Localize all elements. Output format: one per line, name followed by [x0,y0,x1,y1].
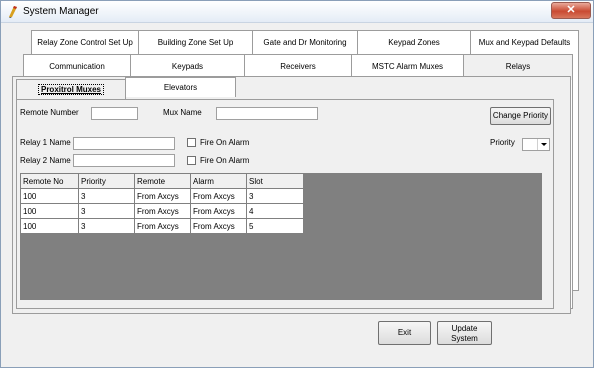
relay2-fire-on-alarm-checkbox[interactable] [187,156,196,165]
relay2-fire-on-alarm-label: Fire On Alarm [200,156,250,165]
close-icon: ✕ [566,4,576,16]
close-button[interactable]: ✕ [551,2,591,19]
table-cell: 100 [20,188,79,204]
tab-building-zone[interactable]: Building Zone Set Up [138,30,253,54]
app-icon [9,6,17,18]
table-cell: From Axcys [190,218,247,234]
remote-number-field[interactable] [91,107,138,120]
priority-dropdown[interactable] [522,138,550,151]
update-system-button[interactable]: Update System [437,321,492,345]
table-cell: From Axcys [190,188,247,204]
column-header-priority[interactable]: Priority [78,173,135,189]
relay1-name-field[interactable] [73,137,175,150]
dropdown-arrow[interactable] [537,139,549,150]
table-row[interactable]: 100 3 From Axcys From Axcys 3 [20,188,304,204]
table-cell: From Axcys [134,218,191,234]
tab-receivers[interactable]: Receivers [244,54,352,78]
chevron-down-icon [541,143,547,146]
column-header-slot[interactable]: Slot [246,173,304,189]
mux-name-field[interactable] [216,107,318,120]
tab-gate-dr-monitoring[interactable]: Gate and Dr Monitoring [252,30,358,54]
relays-table: Remote No Priority Remote Alarm Slot 100… [20,173,304,234]
exit-button[interactable]: Exit [378,321,431,345]
change-priority-button[interactable]: Change Priority [490,107,551,125]
relays-data-grid[interactable]: Remote No Priority Remote Alarm Slot 100… [20,173,542,300]
table-header-row: Remote No Priority Remote Alarm Slot [20,173,304,189]
title-bar[interactable]: System Manager ✕ [1,1,593,23]
column-header-remote-no[interactable]: Remote No [20,173,79,189]
priority-label: Priority [490,138,515,147]
tab-communication[interactable]: Communication [23,54,131,78]
remote-number-label: Remote Number [20,108,79,117]
table-cell: 3 [78,188,135,204]
tab-mstc-alarm-muxes[interactable]: MSTC Alarm Muxes [351,54,464,78]
table-cell: From Axcys [134,188,191,204]
table-row[interactable]: 100 3 From Axcys From Axcys 4 [20,203,304,219]
subtab-proxitrol-muxes-label: Proxitrol Muxes [37,84,104,95]
table-cell: 100 [20,218,79,234]
subtab-elevators[interactable]: Elevators [125,77,236,97]
table-cell: 100 [20,203,79,219]
tab-mux-keypad-defaults[interactable]: Mux and Keypad Defaults [470,30,579,54]
window-title: System Manager [23,6,99,17]
table-cell: 4 [246,203,304,219]
relay1-fire-on-alarm-label: Fire On Alarm [200,138,250,147]
mux-name-label: Mux Name [163,108,202,117]
table-cell: From Axcys [190,203,247,219]
update-system-label-line1: Update [451,324,478,333]
table-cell: From Axcys [134,203,191,219]
table-cell: 3 [246,188,304,204]
tab-relay-zone-control[interactable]: Relay Zone Control Set Up [31,30,139,54]
subtab-proxitrol-muxes[interactable]: Proxitrol Muxes [16,79,126,100]
relay1-name-label: Relay 1 Name [20,138,71,147]
tab-keypad-zones[interactable]: Keypad Zones [357,30,471,54]
update-system-label-line2: System [451,333,478,343]
table-cell: 3 [78,218,135,234]
relay1-fire-on-alarm-checkbox[interactable] [187,138,196,147]
relay2-name-label: Relay 2 Name [20,156,71,165]
relay2-name-field[interactable] [73,154,175,167]
table-cell: 3 [78,203,135,219]
table-row[interactable]: 100 3 From Axcys From Axcys 5 [20,218,304,234]
system-manager-window: System Manager ✕ Relay Zone Control Set … [0,0,594,368]
column-header-remote[interactable]: Remote [134,173,191,189]
table-cell: 5 [246,218,304,234]
tab-keypads[interactable]: Keypads [130,54,245,78]
column-header-alarm[interactable]: Alarm [190,173,247,189]
